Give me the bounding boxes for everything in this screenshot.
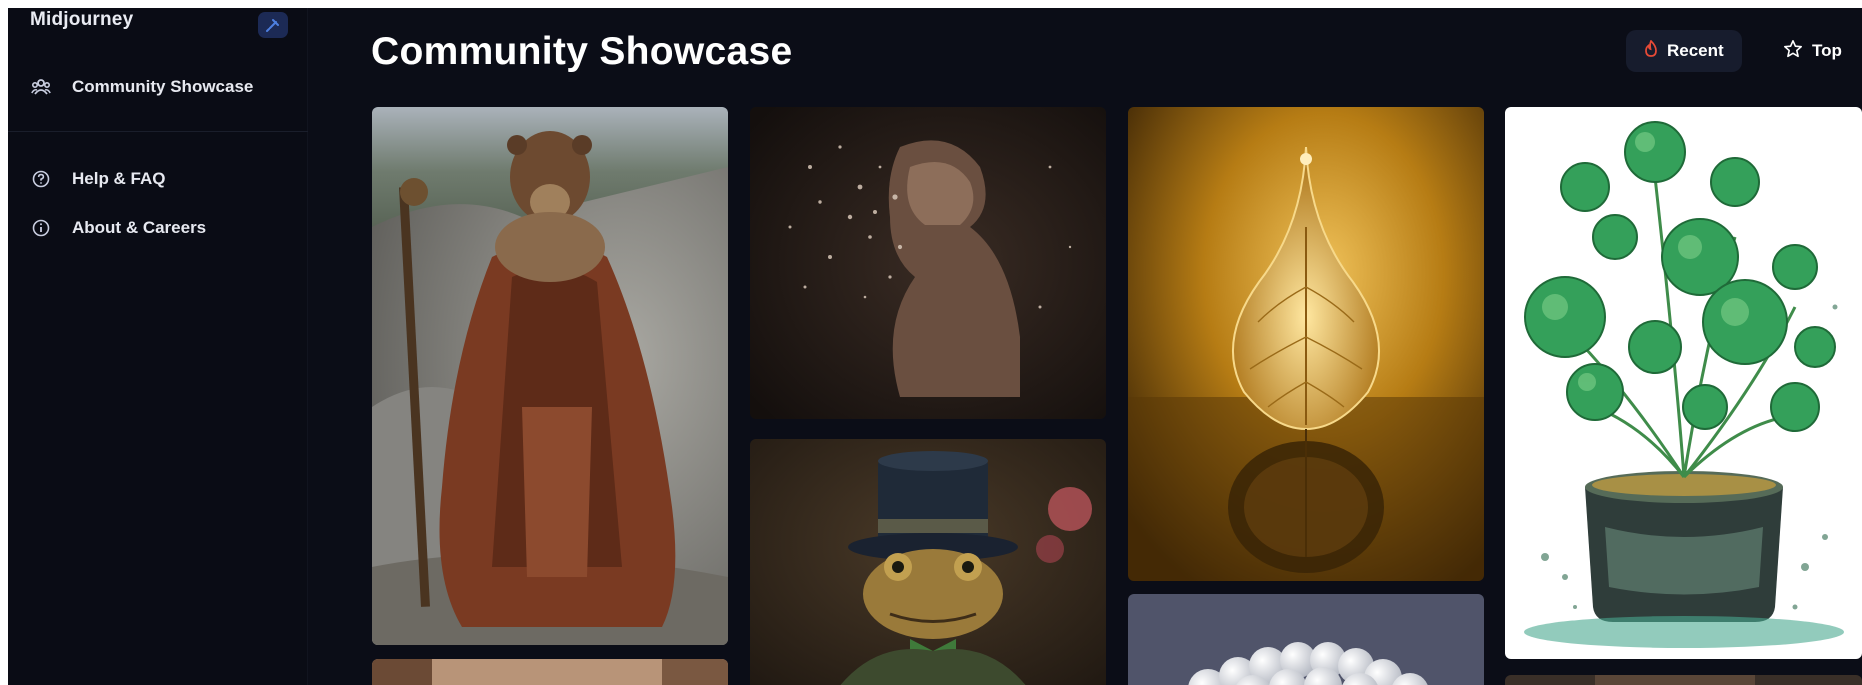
gallery-image-pennywort-plant[interactable]: [1505, 107, 1862, 659]
gallery-image-partial[interactable]: [1505, 675, 1862, 685]
sidebar-item-label: Community Showcase: [72, 77, 254, 96]
pennywort-plant-pot-image: [1505, 107, 1862, 659]
particle-bust-image: [750, 107, 1106, 419]
gallery-image-portrait-partial[interactable]: [372, 659, 728, 685]
flame-icon: [1644, 39, 1658, 62]
sidebar-item-about-careers[interactable]: About & Careers: [30, 211, 206, 245]
sidebar-item-label: Help & FAQ: [72, 169, 166, 188]
sidebar-item-community-showcase[interactable]: Community Showcase: [30, 70, 253, 104]
top-hat-frog-portrait-image: [750, 439, 1106, 685]
gallery-image-golden-leaf-drop[interactable]: [1128, 107, 1484, 581]
gallery-image-bear-druid[interactable]: [372, 107, 728, 645]
sidebar: Midjourney Community Showcase Help & FAQ…: [8, 8, 308, 685]
sort-recent-button[interactable]: Recent: [1626, 30, 1742, 72]
sidebar-item-help-faq[interactable]: Help & FAQ: [30, 162, 166, 196]
page-title: Community Showcase: [371, 30, 793, 73]
sidebar-item-label: About & Careers: [72, 218, 207, 237]
gallery-image-particle-bust[interactable]: [750, 107, 1106, 419]
app-window: Midjourney Community Showcase Help & FAQ…: [8, 8, 1862, 685]
sort-top-button[interactable]: Top: [1771, 30, 1854, 72]
brand-logo[interactable]: Midjourney: [30, 9, 133, 31]
golden-leaf-drop-image: [1128, 107, 1484, 581]
sidebar-divider: [8, 131, 308, 132]
sort-top-label: Top: [1812, 41, 1842, 60]
gallery-image-top-hat-frog[interactable]: [750, 439, 1106, 685]
sort-recent-label: Recent: [1667, 41, 1724, 60]
portrait-partial-image: [372, 659, 728, 685]
gallery-image-white-spheres[interactable]: [1128, 594, 1484, 685]
star-icon: [1783, 39, 1803, 64]
white-spheres-image: [1128, 594, 1484, 685]
help-circle-icon: [30, 168, 52, 190]
users-icon: [30, 76, 52, 98]
info-circle-icon: [30, 217, 52, 239]
partial-image: [1505, 675, 1862, 685]
pin-icon[interactable]: [258, 12, 288, 38]
bear-druid-image: [372, 107, 728, 645]
